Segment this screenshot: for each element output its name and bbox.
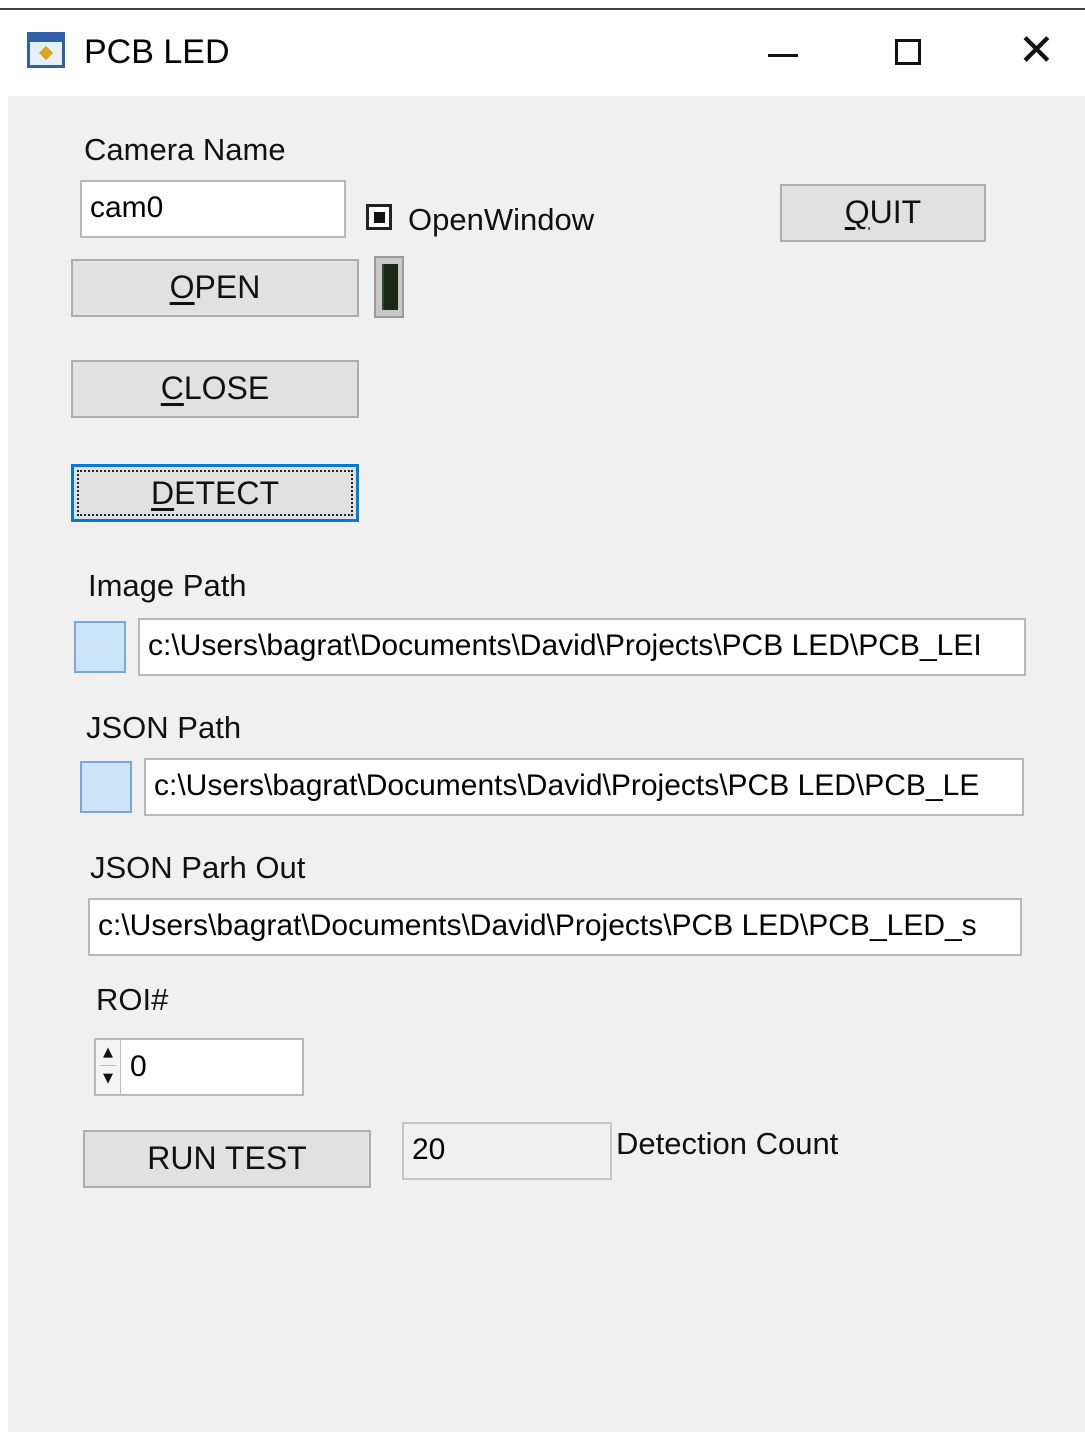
quit-label-rest: UIT	[869, 194, 922, 230]
indicator-led-icon	[382, 264, 398, 310]
close-label-rest: LOSE	[183, 370, 270, 406]
quit-button[interactable]: QUIT	[780, 184, 986, 242]
json-path-out-label: JSON Parh Out	[90, 850, 306, 885]
open-mnemonic: O	[169, 269, 195, 305]
camera-name-label: Camera Name	[84, 132, 286, 167]
close-icon: ✕	[1018, 25, 1055, 76]
json-path-input[interactable]: c:\Users\bagrat\Documents\David\Projects…	[144, 758, 1024, 816]
run-test-button[interactable]: RUN TEST	[83, 1130, 371, 1188]
camera-name-input[interactable]: cam0	[80, 180, 346, 238]
open-window-checkbox[interactable]	[366, 204, 392, 230]
minimize-icon	[768, 54, 798, 57]
json-path-browse-button[interactable]	[80, 761, 132, 813]
focus-rectangle	[77, 470, 353, 516]
image-path-label: Image Path	[88, 568, 247, 603]
detection-count-field: 20	[402, 1122, 612, 1180]
roi-label: ROI#	[96, 982, 169, 1017]
increment-arrow-icon[interactable]: ▲	[100, 1041, 116, 1066]
open-button[interactable]: OPEN	[71, 259, 359, 317]
checkbox-checked-icon	[374, 212, 385, 223]
detect-button[interactable]: DETECT	[71, 464, 359, 522]
open-label-rest: PEN	[194, 269, 261, 305]
json-path-label: JSON Path	[86, 710, 242, 745]
image-path-input[interactable]: c:\Users\bagrat\Documents\David\Projects…	[138, 618, 1026, 676]
app-icon[interactable]	[27, 32, 65, 68]
open-window-label[interactable]: OpenWindow	[408, 202, 594, 238]
quit-mnemonic: Q	[844, 194, 870, 230]
json-path-out-input[interactable]: c:\Users\bagrat\Documents\David\Projects…	[88, 898, 1022, 956]
close-button[interactable]: CLOSE	[71, 360, 359, 418]
detection-count-label: Detection Count	[616, 1126, 839, 1161]
roi-stepper[interactable]: ▲ ▼ 0	[94, 1038, 304, 1096]
maximize-button[interactable]	[863, 18, 953, 88]
roi-stepper-arrows[interactable]: ▲ ▼	[96, 1040, 121, 1094]
status-indicator	[374, 256, 404, 318]
form-client-area: Camera Name cam0 OpenWindow QUIT OPEN CL…	[8, 96, 1085, 1432]
close-mnemonic: C	[160, 370, 184, 406]
top-edge	[0, 0, 1085, 10]
window-title: PCB LED	[84, 33, 230, 71]
close-window-button[interactable]: ✕	[993, 18, 1083, 88]
maximize-icon	[895, 39, 921, 65]
minimize-button[interactable]	[738, 18, 828, 88]
decrement-arrow-icon[interactable]: ▼	[100, 1067, 116, 1091]
title-bar[interactable]: PCB LED ✕	[8, 12, 1085, 96]
image-path-browse-button[interactable]	[74, 621, 126, 673]
roi-value[interactable]: 0	[130, 1040, 147, 1094]
